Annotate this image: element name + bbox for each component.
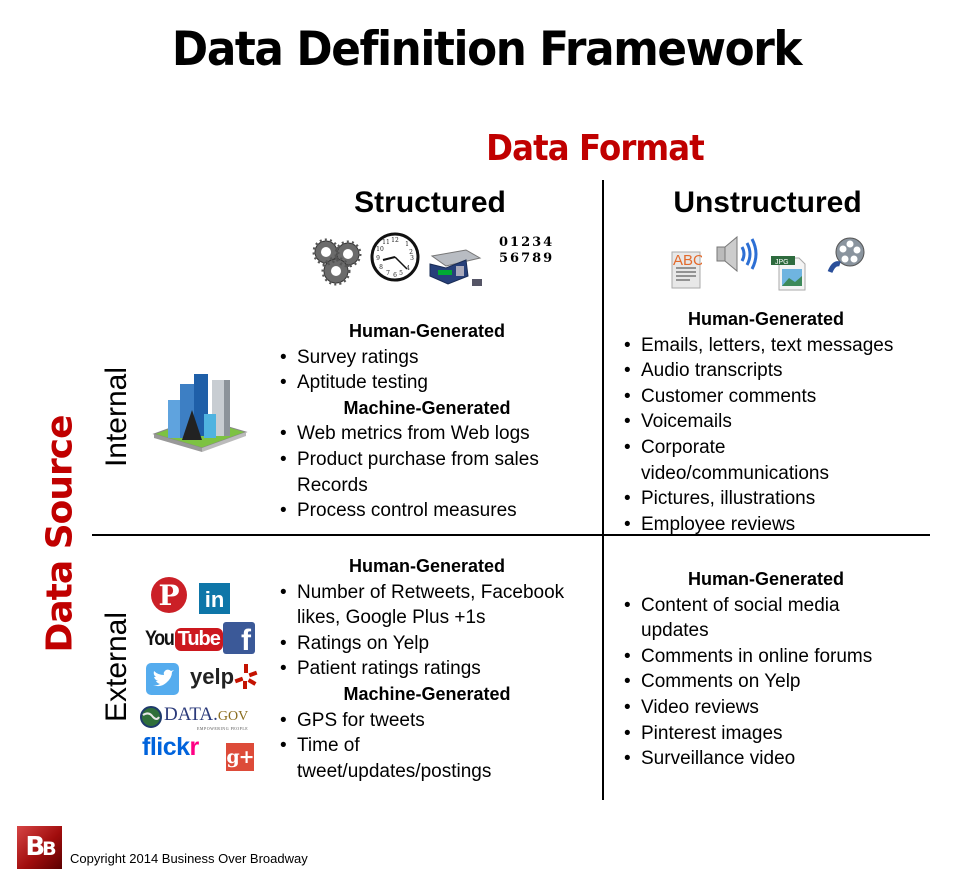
flickr-logo-flick: flick: [142, 733, 190, 761]
row-header-internal: Internal: [100, 366, 133, 468]
datagov-logo-tagline: EMPOWERING PEOPLE: [196, 726, 249, 731]
group-heading: Human-Generated: [687, 309, 845, 329]
list-item: Web metrics from Web logs: [277, 421, 587, 447]
google-plus-logo: g+: [226, 743, 255, 771]
svg-text:1: 1: [405, 241, 409, 248]
logo-letter-1: B: [25, 832, 45, 862]
data-format-axis-title: Data Format: [486, 128, 705, 169]
pinterest-logo: P: [151, 577, 187, 613]
svg-text:ABC: ABC: [673, 252, 702, 269]
cell-external-unstructured: Human-Generated Content of social media …: [621, 567, 931, 772]
youtube-logo-you: You: [145, 627, 175, 650]
flickr-logo: flickr: [142, 733, 199, 762]
vertical-divider: [602, 180, 604, 800]
list-item: Voicemails: [621, 409, 931, 435]
list-item: Audio transcripts: [621, 358, 931, 384]
list-item: Patient ratings ratings: [277, 656, 597, 682]
list-item: Video reviews: [621, 695, 931, 721]
svg-text:11: 11: [382, 239, 390, 246]
group-heading: Human-Generated: [348, 556, 506, 576]
globe-icon: [140, 706, 162, 728]
svg-text:6: 6: [393, 272, 397, 279]
list-item: Survey ratings: [277, 345, 587, 371]
numbers-line-1: 01234: [499, 235, 555, 250]
numbers-line-2: 56789: [499, 251, 555, 266]
google-plus-logo-text: g+: [226, 746, 254, 768]
list-item: Customer comments: [621, 384, 931, 410]
svg-text:9: 9: [376, 255, 380, 262]
flickr-logo-r: r: [189, 733, 200, 761]
group-heading: Machine-Generated: [343, 397, 511, 418]
svg-text:3: 3: [410, 255, 414, 262]
linkedin-logo-text: in: [204, 587, 225, 612]
cell-internal-unstructured: Human-Generated Emails, letters, text me…: [621, 307, 931, 537]
yelp-logo-text: yelp: [190, 664, 235, 689]
list-item: Comments on Yelp: [621, 669, 931, 695]
list-item: Surveillance video: [621, 746, 931, 772]
yelp-logo: yelp: [190, 664, 258, 690]
list-item: Emails, letters, text messages: [621, 333, 931, 359]
business-over-broadway-logo: BB: [17, 826, 62, 869]
gears-icon: [312, 238, 362, 286]
column-header-structured: Structured: [354, 186, 506, 219]
list-item: Pinterest images: [621, 721, 931, 747]
group-heading: Human-Generated: [348, 321, 506, 341]
pinterest-logo-text: P: [158, 579, 180, 612]
list-item: Employee reviews: [621, 512, 931, 538]
cell-internal-structured: Human-Generated Survey ratings Aptitude …: [277, 319, 587, 524]
linkedin-logo: in: [199, 583, 230, 614]
list-item: Content of social media updates: [621, 593, 871, 644]
city-buildings-icon: [152, 374, 248, 452]
twitter-logo: [146, 663, 179, 695]
datagov-logo: DATA.GOV EMPOWERING PEOPLE: [139, 705, 248, 731]
group-heading: Machine-Generated: [343, 683, 511, 704]
facebook-logo-text: f: [241, 624, 251, 657]
copyright-text: Copyright 2014 Business Over Broadway: [70, 851, 308, 866]
logo-letter-2: B: [42, 838, 57, 860]
datagov-logo-gov: GOV: [217, 709, 249, 724]
data-source-axis-title: Data Source: [39, 415, 81, 653]
svg-text:5: 5: [399, 270, 403, 277]
datagov-logo-main: DATA.: [164, 704, 218, 725]
list-item: Corporate video/communications: [621, 435, 871, 486]
svg-text:JPG: JPG: [775, 259, 789, 266]
column-header-unstructured: Unstructured: [673, 186, 862, 219]
facebook-logo: f: [223, 622, 255, 657]
clock-icon: 121234 567891011: [370, 232, 420, 282]
list-item: Aptitude testing: [277, 370, 587, 396]
svg-text:12: 12: [391, 237, 399, 244]
list-item: Number of Retweets, Facebook likes, Goog…: [277, 580, 597, 631]
list-item: GPS for tweets: [277, 708, 597, 734]
film-reel-icon: [827, 237, 865, 273]
svg-text:7: 7: [386, 270, 390, 277]
list-item: Comments in online forums: [621, 644, 931, 670]
list-item: Process control measures: [277, 498, 587, 524]
list-item: Pictures, illustrations: [621, 486, 931, 512]
list-item: Time of tweet/updates/postings: [277, 733, 517, 784]
list-item: Product purchase from sales Records: [277, 447, 567, 498]
jpg-file-icon: JPG: [771, 256, 806, 291]
list-item: Ratings on Yelp: [277, 631, 597, 657]
youtube-logo: You Tube: [145, 625, 223, 653]
row-header-external: External: [100, 611, 133, 723]
group-heading: Human-Generated: [687, 569, 845, 589]
youtube-logo-tube: Tube: [174, 627, 223, 651]
cell-external-structured: Human-Generated Number of Retweets, Face…: [277, 554, 597, 784]
scale-icon: [429, 249, 482, 286]
svg-text:8: 8: [379, 264, 383, 271]
text-document-icon: ABC: [671, 251, 702, 289]
speaker-audio-icon: [716, 235, 758, 273]
page-title: Data Definition Framework: [171, 22, 803, 77]
svg-text:10: 10: [376, 246, 384, 253]
yelp-burst-icon: [234, 664, 258, 689]
